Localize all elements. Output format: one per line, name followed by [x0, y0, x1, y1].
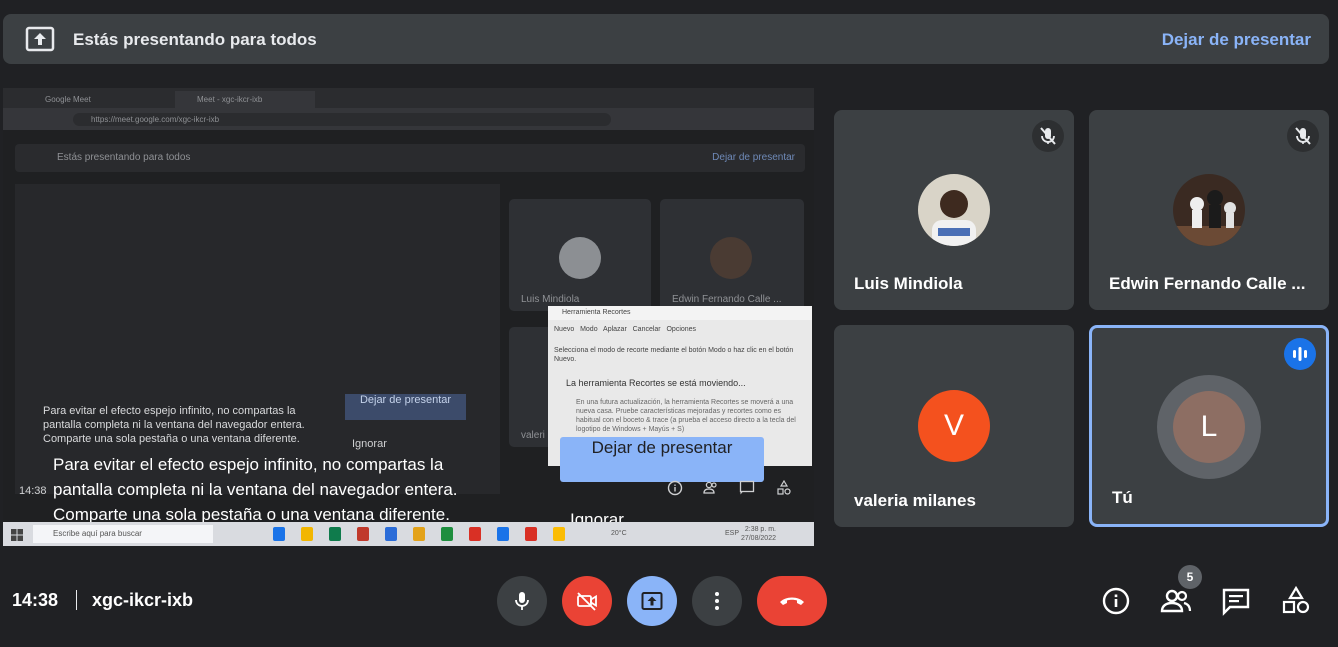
taskbar-language: ESP [725, 530, 740, 537]
snip-toolbar: Nuevo Modo Aplazar Cancelar Opciones [554, 326, 696, 333]
inner-people-icon [703, 480, 719, 496]
taskbar-app-icon [301, 527, 313, 541]
inner-info-icon [667, 480, 683, 496]
browser-tab: Meet - xgc-ikcr-ixb [175, 91, 315, 108]
shared-screen-preview: Google Meet Meet - xgc-ikcr-ixb https://… [3, 88, 814, 546]
snip-heading: La herramienta Recortes se está moviendo… [566, 378, 746, 388]
taskbar-app-icon [385, 527, 397, 541]
windows-taskbar: Escribe aquí para buscar 20°C ESP 2:38 p… [3, 522, 814, 546]
avatar [710, 237, 752, 279]
mic-button[interactable] [497, 576, 547, 626]
avatar [559, 237, 601, 279]
snip-button: Aplazar [603, 326, 627, 333]
participant-tile[interactable]: Edwin Fernando Calle ... [1089, 110, 1329, 310]
mic-off-icon [1287, 120, 1319, 152]
taskbar-app-icon [413, 527, 425, 541]
chat-icon[interactable] [1221, 586, 1251, 616]
participant-name: Luis Mindiola [854, 274, 963, 293]
inner-banner-stop: Dejar de presentar [712, 152, 795, 163]
taskbar-temperature: 20°C [611, 530, 627, 537]
taskbar-app-icon [469, 527, 481, 541]
participant-name: Edwin Fernando Calle ... [1109, 274, 1306, 293]
self-tile[interactable]: L Tú [1089, 325, 1329, 527]
inner-tile-name: valeri [521, 430, 545, 441]
presenting-banner: Estás presentando para todos Dejar de pr… [3, 14, 1329, 64]
inner-presenting-banner: Estás presentando para todos Dejar de pr… [15, 144, 805, 172]
stop-presenting-link[interactable]: Dejar de presentar [1162, 30, 1311, 50]
divider [76, 590, 77, 610]
taskbar-time: 2:38 p. m. [744, 526, 776, 533]
banner-title: Estás presentando para todos [73, 30, 317, 49]
present-to-all-icon [25, 26, 55, 52]
camera-off-icon [577, 592, 597, 611]
inner-ignore-button: Ignorar [352, 438, 387, 450]
snip-instruction: Selecciona el modo de recorte mediante e… [554, 347, 794, 363]
taskbar-clock: 2:38 p. m. 27/08/2022 [741, 525, 776, 543]
participant-name: valeria milanes [854, 491, 976, 510]
taskbar-app-icon [273, 527, 285, 541]
speaking-indicator-icon [1284, 338, 1316, 370]
browser-tab-strip: Google Meet Meet - xgc-ikcr-ixb [3, 88, 814, 108]
browser-tab: Google Meet [45, 95, 91, 104]
taskbar-app-icon [497, 527, 509, 541]
mic-icon [515, 592, 529, 610]
warning-line: Para evitar el efecto espejo infinito, n… [53, 455, 444, 474]
inner-tile: Luis Mindiola [509, 199, 651, 311]
end-call-button[interactable] [757, 576, 827, 626]
people-count-badge: 5 [1178, 565, 1202, 589]
meeting-clock: 14:38 [12, 590, 59, 610]
snip-button: Opciones [666, 326, 697, 333]
info-icon[interactable] [1101, 586, 1131, 616]
people-icon[interactable] [1160, 586, 1192, 616]
inner-tile-name: Edwin Fernando Calle ... [672, 294, 782, 305]
inner-chat-icon [739, 480, 755, 496]
snip-button: Nuevo [554, 326, 575, 333]
taskbar-app-icon [357, 527, 369, 541]
inner-tile-name: Luis Mindiola [521, 294, 580, 305]
participant-name: Tú [1112, 488, 1133, 507]
taskbar-app-icon [525, 527, 537, 541]
taskbar-search: Escribe aquí para buscar [33, 525, 213, 543]
participant-avatar [1173, 174, 1245, 246]
taskbar-date: 27/08/2022 [740, 535, 776, 542]
participant-initial-avatar: V [918, 390, 990, 462]
more-options-button[interactable] [692, 576, 742, 626]
windows-start-icon [11, 528, 23, 541]
camera-button[interactable] [562, 576, 612, 626]
inner-stop-button: Dejar de presentar [345, 394, 466, 420]
snip-button: Modo [580, 326, 598, 333]
participant-avatar [918, 174, 990, 246]
warning-line: pantalla completa ni la ventana del nave… [53, 480, 458, 499]
mirror-warning-text: Para evitar el efecto espejo infinito, n… [53, 452, 523, 527]
inner-mirror-warning: Para evitar el efecto espejo infinito, n… [43, 405, 305, 445]
warning-stop-presenting-button[interactable]: Dejar de presentar [560, 437, 764, 482]
inner-recursive-stage [15, 184, 500, 494]
participant-initial-avatar: L [1173, 391, 1245, 463]
participant-tile[interactable]: V valeria milanes [834, 325, 1074, 527]
snip-button: Cancelar [632, 326, 661, 333]
mic-off-icon [1032, 120, 1064, 152]
taskbar-app-icon [441, 527, 453, 541]
inner-tile: Edwin Fernando Calle ... [660, 199, 804, 311]
end-call-icon [780, 597, 804, 605]
inner-banner-title: Estás presentando para todos [57, 152, 191, 163]
inner-clock: 14:38 [19, 485, 47, 497]
present-button[interactable] [627, 576, 677, 626]
meeting-code: xgc-ikcr-ixb [92, 590, 194, 610]
present-icon [641, 592, 663, 610]
taskbar-app-icon [553, 527, 565, 541]
browser-url: https://meet.google.com/xgc-ikcr-ixb [73, 113, 611, 126]
participant-tile[interactable]: Luis Mindiola [834, 110, 1074, 310]
snip-title: Herramienta Recortes [548, 306, 812, 320]
more-options-icon [715, 592, 719, 610]
activities-icon[interactable] [1281, 585, 1311, 616]
inner-activities-icon [776, 479, 792, 496]
taskbar-app-icon [329, 527, 341, 541]
snip-body: En una futura actualización, la herramie… [576, 399, 796, 433]
